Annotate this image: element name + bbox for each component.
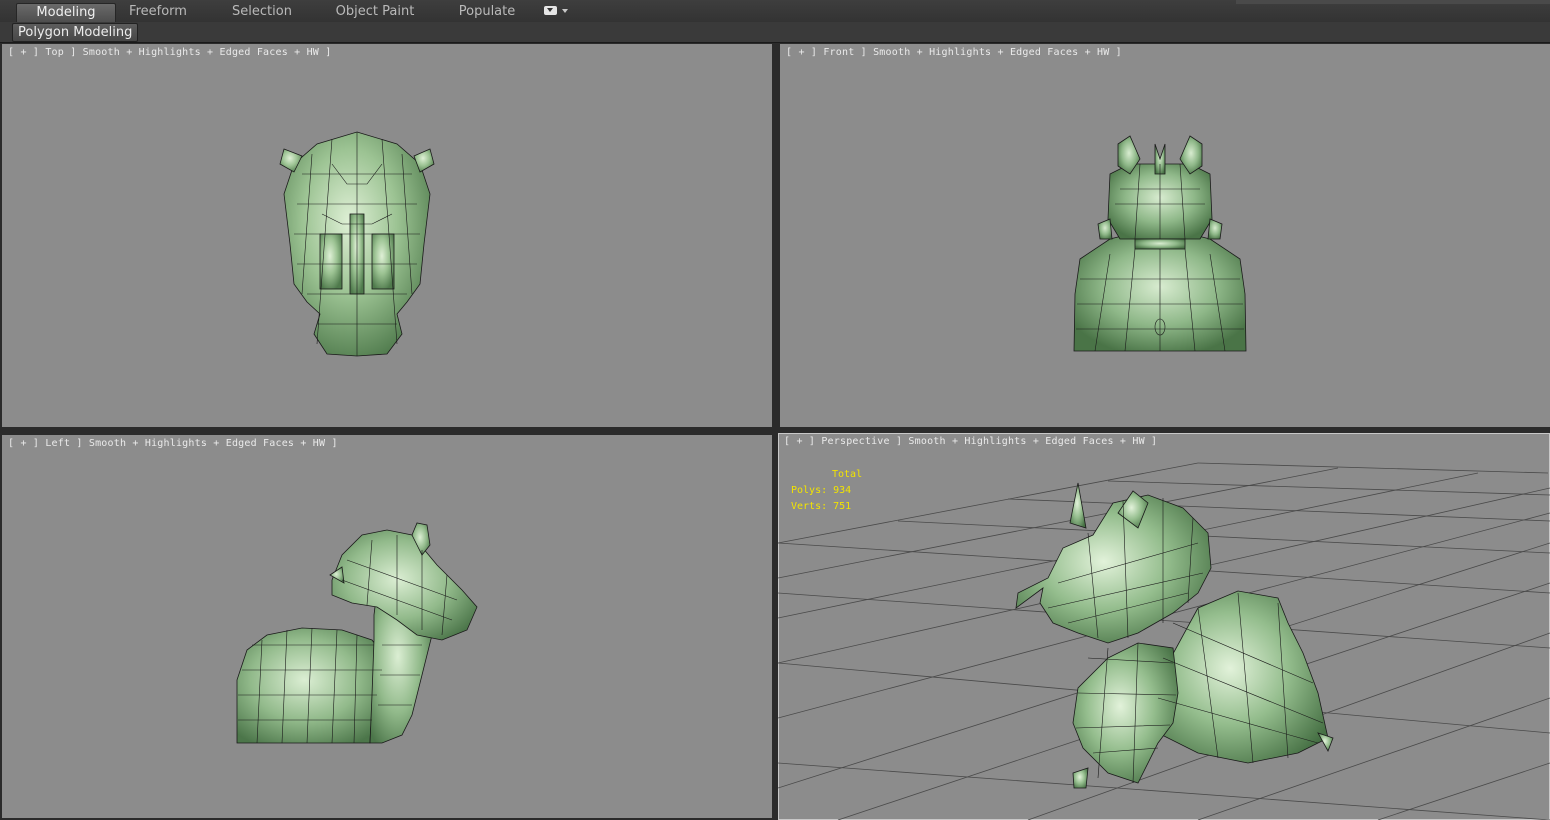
- viewport-perspective[interactable]: [ + ] Perspective ] Smooth + Highlights …: [778, 433, 1550, 820]
- tab-populate[interactable]: Populate: [446, 3, 528, 21]
- stats-polys-label: Polys:: [791, 485, 828, 496]
- polygon-modeling-panel-button[interactable]: Polygon Modeling: [12, 23, 139, 42]
- scene-statistics: Total Polys: 934 Verts: 751: [791, 467, 862, 515]
- stats-verts-value: 751: [833, 501, 852, 512]
- stats-total-label: Total: [832, 469, 863, 480]
- stats-polys-value: 934: [833, 485, 852, 496]
- left-view-model: [236, 522, 478, 744]
- ribbon-tab-bar: Modeling Freeform Selection Object Paint…: [0, 0, 1550, 23]
- ribbon-minimize-icon[interactable]: [544, 6, 568, 18]
- front-view-model: [1073, 135, 1247, 352]
- viewport-front[interactable]: [ + ] Front ] Smooth + Highlights + Edge…: [780, 44, 1550, 427]
- tab-object-paint[interactable]: Object Paint: [326, 3, 424, 21]
- viewport-left[interactable]: [ + ] Left ] Smooth + Highlights + Edged…: [2, 435, 772, 818]
- tab-modeling[interactable]: Modeling: [16, 3, 116, 22]
- viewport-label[interactable]: [ + ] Perspective ] Smooth + Highlights …: [784, 436, 1157, 447]
- tab-freeform[interactable]: Freeform: [114, 3, 202, 21]
- top-view-model: [279, 131, 435, 357]
- perspective-grid-and-model: [778, 462, 1550, 820]
- viewport-label[interactable]: [ + ] Front ] Smooth + Highlights + Edge…: [786, 47, 1122, 58]
- viewport-top[interactable]: [ + ] Top ] Smooth + Highlights + Edged …: [2, 44, 772, 427]
- ribbon-panel-row: Polygon Modeling: [0, 22, 1550, 43]
- viewport-label[interactable]: [ + ] Top ] Smooth + Highlights + Edged …: [8, 47, 331, 58]
- ribbon-edge: [1236, 0, 1550, 4]
- stats-verts-label: Verts:: [791, 501, 828, 512]
- viewport-label[interactable]: [ + ] Left ] Smooth + Highlights + Edged…: [8, 438, 338, 449]
- stats-verts: Verts: 751: [791, 499, 862, 515]
- tab-selection[interactable]: Selection: [214, 3, 310, 21]
- stats-polys: Polys: 934: [791, 483, 862, 499]
